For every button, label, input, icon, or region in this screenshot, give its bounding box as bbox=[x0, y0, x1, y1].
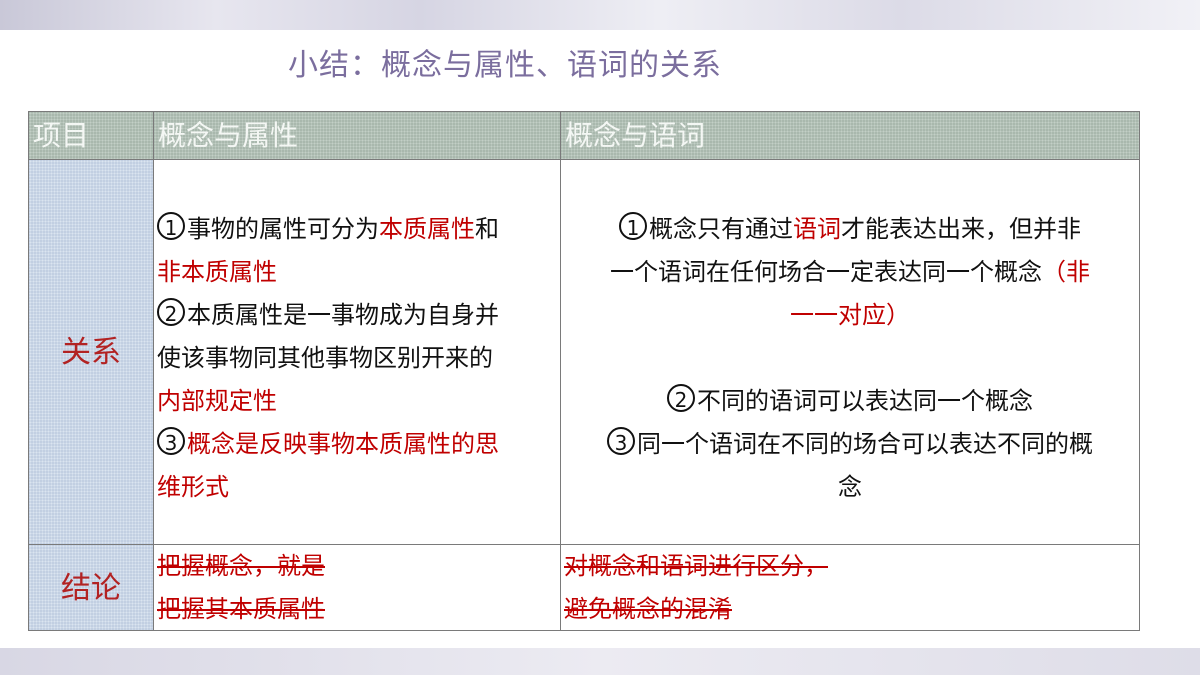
relation-word-point-2: 2 不同的语词可以表达同一个概念 bbox=[565, 380, 1135, 423]
header-concept-attribute: 概念与属性 bbox=[153, 111, 560, 159]
circled-number-1: 1 bbox=[619, 212, 647, 240]
header-concept-word: 概念与语词 bbox=[560, 111, 1140, 159]
conclusion-attribute-cell: 把握概念，就是 把握其本质属性 bbox=[153, 544, 560, 631]
relation-attribute-cell: 1 事物的属性可分为本质属性和 非本质属性 2 本质属性是一事物成为自身并 使该事物… bbox=[153, 159, 560, 544]
conclusion-word-line-2: 避免概念的混淆 bbox=[564, 595, 732, 623]
circled-number-2: 2 bbox=[667, 384, 695, 412]
relation-word-point-3: 3 同一个语词在不同的场合可以表达不同的概 bbox=[565, 423, 1135, 466]
relation-word-point-1-cont: 一个语词在任何场合一定表达同一个概念（非 bbox=[610, 258, 1090, 286]
circled-number-3: 3 bbox=[607, 427, 635, 455]
row-label-relation: 关系 bbox=[28, 159, 153, 544]
relation-word-point-3-cont: 念 bbox=[838, 473, 862, 501]
conclusion-word-cell: 对概念和语词进行区分， 避免概念的混淆 bbox=[560, 544, 1140, 631]
relation-word-point-1-end: 一一对应） bbox=[790, 301, 910, 329]
header-item: 项目 bbox=[28, 111, 153, 159]
page-title: 小结：概念与属性、语词的关系 bbox=[288, 48, 722, 83]
relation-attr-point-3-cont: 维形式 bbox=[157, 473, 229, 501]
conclusion-attr-line-1: 把握概念，就是 bbox=[157, 552, 325, 580]
row-label-conclusion: 结论 bbox=[28, 544, 153, 631]
relation-attr-point-2: 2 本质属性是一事物成为自身并 bbox=[157, 294, 560, 337]
circled-number-2: 2 bbox=[157, 298, 185, 326]
relation-word-point-1: 1 概念只有通过语词才能表达出来，但并非 bbox=[565, 208, 1135, 251]
circled-number-3: 3 bbox=[157, 427, 185, 455]
relation-attr-point-2-cont: 使该事物同其他事物区别开来的 bbox=[157, 344, 493, 372]
circled-number-1: 1 bbox=[157, 212, 185, 240]
relation-attr-point-3: 3 概念是反映事物本质属性的思 bbox=[157, 423, 560, 466]
summary-table: 项目 概念与属性 概念与语词 关系 1 事物的属性可分为本质属性和 非本质属性 2… bbox=[28, 111, 1140, 631]
relation-attr-point-2-end: 内部规定性 bbox=[157, 387, 277, 415]
conclusion-word-line-1: 对概念和语词进行区分， bbox=[564, 552, 828, 580]
top-decor-band bbox=[0, 0, 1200, 30]
relation-attr-point-1: 1 事物的属性可分为本质属性和 bbox=[157, 208, 560, 251]
relation-attr-point-1-cont: 非本质属性 bbox=[157, 258, 277, 286]
conclusion-attr-line-2: 把握其本质属性 bbox=[157, 595, 325, 623]
relation-word-cell: 1 概念只有通过语词才能表达出来，但并非 一个语词在任何场合一定表达同一个概念（非… bbox=[560, 159, 1140, 544]
bottom-decor-band bbox=[0, 648, 1200, 675]
